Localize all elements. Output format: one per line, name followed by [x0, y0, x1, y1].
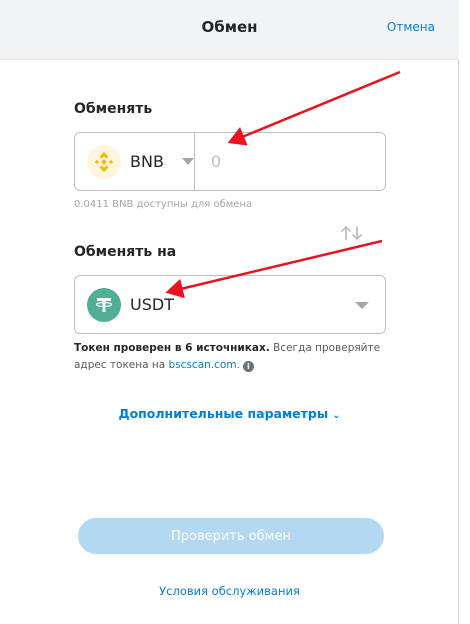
verification-status: Токен проверен в 6 источниках.	[74, 342, 270, 354]
chevron-down-icon: ⌄	[332, 410, 341, 421]
to-token-symbol: USDT	[130, 295, 174, 314]
chevron-down-icon	[181, 158, 194, 165]
review-swap-button[interactable]: Проверить обмен	[78, 518, 384, 554]
swap-from-field: BNB	[74, 132, 411, 191]
to-token-dropdown[interactable]: USDT	[74, 275, 386, 334]
swap-amount-input[interactable]	[194, 133, 411, 190]
terms-of-service-link[interactable]: Условия обслуживания	[0, 584, 459, 598]
available-balance: 0.0411 BNB доступны для обмена	[74, 199, 253, 210]
from-token-symbol: BNB	[130, 152, 164, 171]
bscscan-link[interactable]: bscscan.com	[169, 359, 237, 371]
page-header: Обмен Отмена	[0, 0, 459, 60]
cancel-link[interactable]: Отмена	[387, 20, 435, 34]
bnb-logo-icon	[87, 144, 121, 179]
token-verification-note: Токен проверен в 6 источниках. Всегда пр…	[74, 340, 386, 374]
advanced-options-label: Дополнительные параметры	[118, 406, 329, 421]
advanced-options-toggle[interactable]: Дополнительные параметры ⌄	[0, 406, 459, 421]
tether-logo-icon	[87, 287, 121, 322]
info-icon[interactable]: i	[242, 361, 254, 372]
swap-direction-icon[interactable]	[339, 224, 365, 242]
swap-to-label: Обменять на	[74, 244, 177, 260]
verification-end: .	[236, 359, 240, 371]
from-token-dropdown[interactable]: BNB	[75, 133, 195, 190]
swap-from-label: Обменять	[74, 101, 153, 117]
swap-page: Обмен Отмена Обменять BNB 0.0411	[0, 0, 459, 624]
chevron-down-icon	[355, 302, 369, 309]
